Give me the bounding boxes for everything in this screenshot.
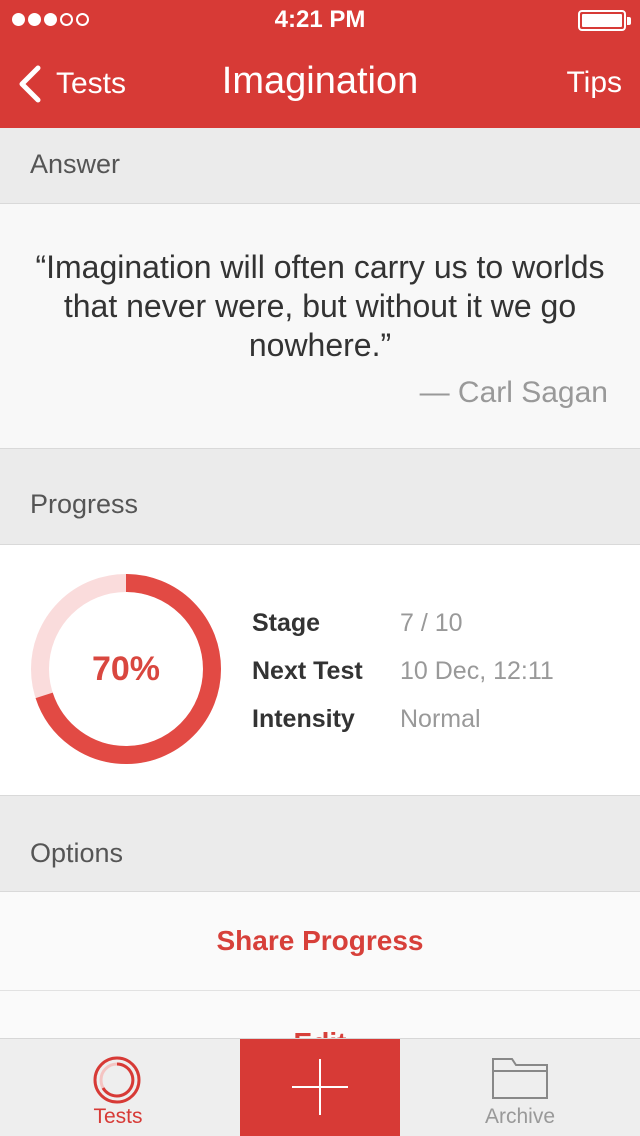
share-progress-label: Share Progress <box>216 925 424 956</box>
section-header-progress: Progress <box>0 449 640 545</box>
quote-text: “Imagination will often carry us to worl… <box>35 249 605 363</box>
stat-label-stage: Stage <box>252 609 321 637</box>
battery-icon <box>578 10 631 31</box>
section-header-answer: Answer <box>0 128 640 204</box>
tips-button[interactable]: Tips <box>566 66 622 100</box>
section-label: Progress <box>30 489 139 519</box>
section-header-options: Options <box>0 796 640 892</box>
stat-label-intensity: Intensity <box>252 705 355 733</box>
back-button-label: Tests <box>56 67 127 100</box>
stat-value-stage: 7 / 10 <box>400 609 463 637</box>
progress-percent: 70% <box>91 649 161 688</box>
stat-value-next-test: 10 Dec, 12:11 <box>400 657 554 685</box>
progress-card: 70% Stage 7 / 10 Next Test 10 Dec, 12:11… <box>0 545 640 796</box>
plus-icon <box>292 1059 348 1115</box>
add-test-button[interactable] <box>240 1039 400 1136</box>
page-title: Imagination <box>221 60 419 102</box>
section-label: Options <box>30 838 124 868</box>
chevron-left-icon <box>19 65 41 103</box>
section-label: Answer <box>30 149 121 179</box>
progress-ring-icon <box>93 1056 141 1104</box>
tab-tests[interactable]: Tests <box>38 1039 198 1136</box>
status-bar: 4:21 PM <box>0 0 640 40</box>
status-time: 4:21 PM <box>274 6 366 33</box>
tab-archive-label: Archive <box>484 1105 556 1128</box>
navigation-bar: 4:21 PM Tests Imagination Tips <box>0 0 640 128</box>
tab-archive[interactable]: Archive <box>440 1039 600 1136</box>
tab-tests-label: Tests <box>93 1105 143 1128</box>
stat-label-next-test: Next Test <box>252 657 363 685</box>
stat-value-intensity: Normal <box>400 705 481 733</box>
tab-bar: Tests Archive <box>0 1038 640 1136</box>
answer-card: “Imagination will often carry us to worl… <box>0 204 640 449</box>
folder-icon <box>492 1058 548 1099</box>
back-button[interactable]: Tests <box>14 60 126 108</box>
quote-author: — Carl Sagan <box>419 376 608 409</box>
share-progress-button[interactable]: Share Progress <box>0 892 640 991</box>
